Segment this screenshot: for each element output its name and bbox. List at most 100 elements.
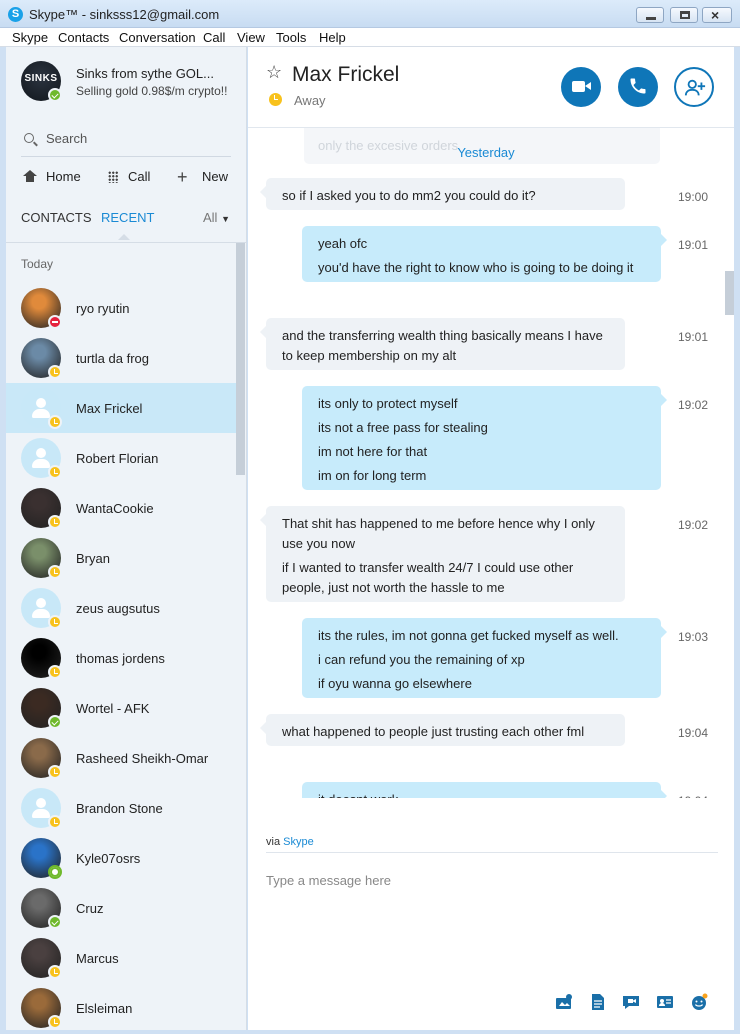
away-status-icon: [48, 615, 62, 629]
window-title: Skype™ - sinksss12@gmail.com: [29, 7, 220, 22]
video-call-button[interactable]: [561, 67, 601, 107]
message-text: if oyu wanna go elsewhere: [318, 676, 472, 691]
contact-item[interactable]: thomas jordens: [6, 633, 236, 683]
contact-avatar: [21, 738, 62, 779]
minimize-icon: [646, 17, 656, 20]
message-text: what happened to people just trusting ea…: [282, 724, 585, 739]
contact-item[interactable]: Max Frickel: [6, 383, 236, 433]
incoming-message[interactable]: That shit has happened to me before henc…: [260, 506, 625, 602]
message-text: That shit has happened to me before henc…: [282, 516, 595, 551]
menu-view[interactable]: View: [237, 30, 265, 45]
contact-name: WantaCookie: [76, 501, 154, 516]
incoming-message[interactable]: so if I asked you to do mm2 you could do…: [260, 178, 625, 210]
contact-item[interactable]: Bryan: [6, 533, 236, 583]
profile-avatar[interactable]: SINKS: [21, 61, 62, 102]
message-list: only the excesive orders Yesterday so if…: [248, 128, 734, 798]
recent-list: Today ryo ryutin turtla da frog Max Fricke…: [6, 242, 246, 1030]
outgoing-message[interactable]: yeah ofc you'd have the right to know who…: [302, 226, 667, 282]
contact-item[interactable]: Wortel - AFK: [6, 683, 236, 733]
contact-avatar: [21, 288, 62, 329]
contact-item[interactable]: Brandon Stone: [6, 783, 236, 833]
search-box[interactable]: Search: [21, 129, 231, 157]
maximize-button[interactable]: [670, 7, 698, 23]
add-people-button[interactable]: [674, 67, 714, 107]
video-message-icon[interactable]: [622, 993, 640, 1011]
conversation-header: ☆ Max Frickel Away: [248, 47, 734, 128]
away-status-icon: [48, 965, 62, 979]
contact-avatar: [21, 638, 62, 679]
filter-dropdown[interactable]: All ▼: [203, 210, 230, 225]
contact-name: Wortel - AFK: [76, 701, 150, 716]
away-status-icon: [48, 365, 62, 379]
profile-mood[interactable]: Selling gold 0.98$/m crypto!!: [76, 84, 227, 98]
day-separator: Yesterday: [457, 145, 515, 160]
home-button[interactable]: Home: [21, 169, 91, 189]
message-text: you'd have the right to know who is goin…: [318, 260, 634, 275]
away-status-icon: [269, 93, 282, 106]
contact-avatar: [21, 838, 62, 879]
outgoing-message[interactable]: its only to protect myself its not a free…: [302, 386, 667, 490]
contact-name: turtla da frog: [76, 351, 149, 366]
contact-item[interactable]: turtla da frog: [6, 333, 236, 383]
message-text: im not here for that: [318, 444, 428, 459]
new-label: New: [202, 169, 229, 184]
contact-item[interactable]: Marcus: [6, 933, 236, 983]
contact-avatar: [21, 338, 62, 379]
sidebar-scrollbar[interactable]: [236, 243, 245, 475]
menu-skype[interactable]: Skype: [12, 30, 48, 45]
menu-call[interactable]: Call: [203, 30, 225, 45]
profile-name[interactable]: Sinks from sythe GOL...: [76, 66, 226, 81]
audio-call-button[interactable]: [618, 67, 658, 107]
call-label: Call: [128, 169, 151, 184]
menu-conversation[interactable]: Conversation: [119, 30, 196, 45]
favorite-star-icon[interactable]: ☆: [266, 62, 282, 83]
message-text: its the rules, im not gonna get fucked m…: [318, 628, 619, 643]
contact-item[interactable]: Rasheed Sheikh-Omar: [6, 733, 236, 783]
composer-divider: [266, 852, 718, 853]
via-service[interactable]: Skype: [283, 836, 314, 848]
tab-contacts[interactable]: CONTACTS: [21, 210, 92, 225]
video-camera-icon: [572, 81, 591, 92]
contact-name: Rasheed Sheikh-Omar: [76, 751, 209, 766]
tab-recent[interactable]: RECENT: [101, 210, 154, 225]
contact-item[interactable]: WantaCookie: [6, 483, 236, 533]
contact-item[interactable]: Kyle07osrs: [6, 833, 236, 883]
away-status-icon: [48, 515, 62, 529]
contact-item[interactable]: Elsleiman: [6, 983, 236, 1030]
contact-item[interactable]: zeus augsutus: [6, 583, 236, 633]
menu-help[interactable]: Help: [319, 30, 346, 45]
outgoing-message[interactable]: it doesnt work: [302, 782, 667, 798]
incoming-message[interactable]: and the transferring wealth thing basica…: [260, 318, 625, 370]
send-contacts-icon[interactable]: [656, 993, 674, 1011]
contact-item[interactable]: Robert Florian: [6, 433, 236, 483]
message-input[interactable]: Type a message here: [266, 873, 391, 888]
message-timestamp: 19:01: [678, 330, 709, 344]
incoming-message[interactable]: what happened to people just trusting ea…: [260, 714, 625, 746]
close-button[interactable]: ×: [702, 7, 732, 23]
contact-item[interactable]: ryo ryutin: [6, 283, 236, 333]
away-status-icon: [48, 415, 62, 429]
message-timestamp: 19:04: [678, 726, 709, 740]
message-text: i can refund you the remaining of xp: [318, 652, 525, 667]
emoticon-icon[interactable]: [690, 993, 708, 1011]
via-prefix: via: [266, 836, 281, 848]
away-status-icon: [48, 465, 62, 479]
minimize-button[interactable]: [636, 7, 664, 23]
message-text: its not a free pass for stealing: [318, 420, 488, 435]
contact-item[interactable]: Cruz: [6, 883, 236, 933]
outgoing-message[interactable]: its the rules, im not gonna get fucked m…: [302, 618, 667, 698]
send-media-icon[interactable]: [555, 993, 573, 1011]
via-indicator: via Skype: [266, 836, 314, 848]
call-button[interactable]: Call: [108, 169, 168, 189]
messages-scrollbar[interactable]: [725, 271, 734, 315]
message-text: so if I asked you to do mm2 you could do…: [282, 188, 536, 203]
window-titlebar[interactable]: S Skype™ - sinksss12@gmail.com ×: [0, 0, 740, 28]
search-input[interactable]: Search: [46, 131, 87, 146]
new-button[interactable]: + New: [177, 167, 237, 189]
menu-tools[interactable]: Tools: [276, 30, 306, 45]
contact-avatar: [21, 488, 62, 529]
skype-logo-icon: S: [8, 7, 23, 22]
message-text: yeah ofc: [318, 236, 368, 251]
send-file-icon[interactable]: [589, 993, 607, 1011]
menu-contacts[interactable]: Contacts: [58, 30, 109, 45]
